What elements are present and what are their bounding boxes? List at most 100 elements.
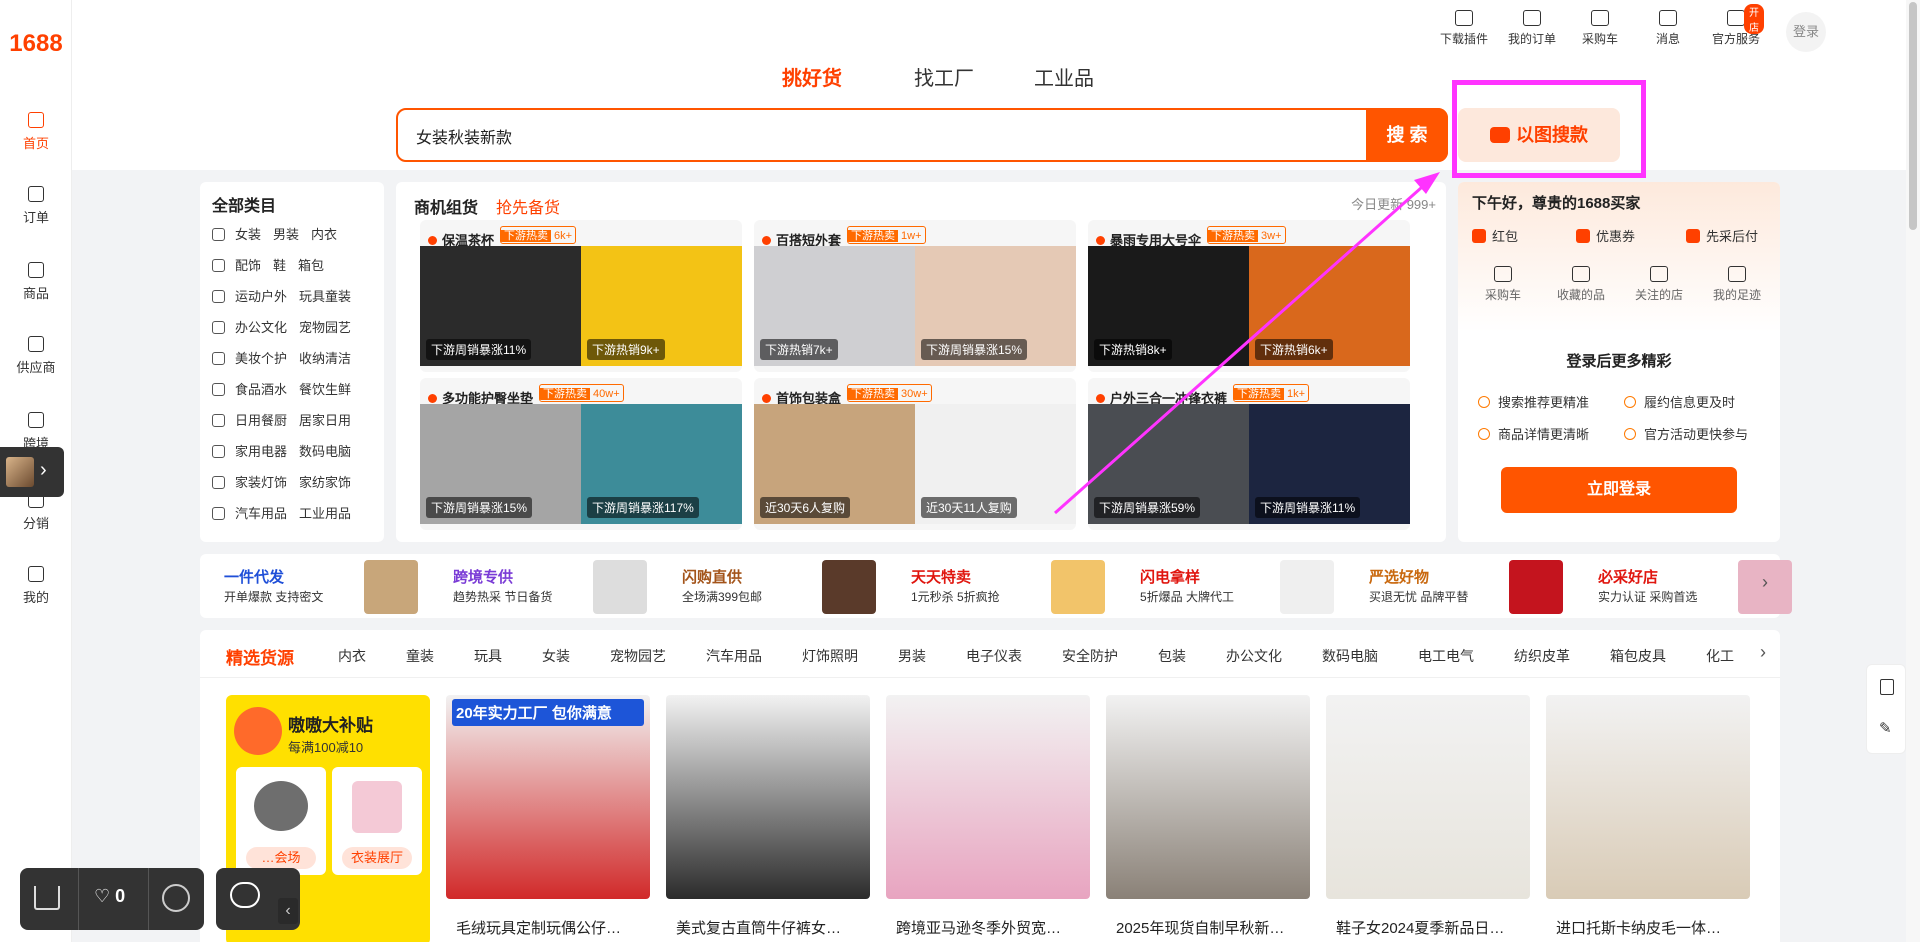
category-link[interactable]: 收纳清洁	[299, 351, 351, 366]
channel-item[interactable]: 一件代发 开单爆款 支持密文	[224, 560, 449, 614]
shortcut-link[interactable]: 我的足迹	[1702, 266, 1772, 303]
channel-item[interactable]: 天天特卖 1元秒杀 5折疯抢	[911, 560, 1136, 614]
shortcut-link[interactable]: 采购车	[1468, 266, 1538, 303]
category-link[interactable]: 内衣	[311, 227, 337, 242]
tab-industrial[interactable]: 工业品	[1034, 62, 1094, 91]
chevron-right-icon[interactable]: ›	[1762, 572, 1768, 593]
category-link[interactable]: 女装	[235, 227, 261, 242]
featured-title[interactable]: 精选货源	[226, 644, 294, 669]
category-link[interactable]: 配饰	[235, 258, 261, 273]
channel-item[interactable]: 必采好店 实力认证 采购首选	[1598, 560, 1823, 614]
pencil-icon[interactable]: ✎	[1879, 721, 1895, 737]
category-link[interactable]: 居家日用	[299, 413, 351, 428]
nav-item-2[interactable]: 商品	[0, 262, 72, 302]
category-link[interactable]: 玩具童装	[299, 289, 351, 304]
chevron-right-icon[interactable]: ›	[40, 459, 47, 482]
nav-item-5[interactable]: 分销	[0, 492, 72, 532]
featured-tab[interactable]: 包装	[1158, 646, 1186, 666]
featured-tab[interactable]: 电工电气	[1418, 646, 1474, 666]
product-name[interactable]: 2025年现货自制早秋新…	[1116, 917, 1306, 938]
product-image[interactable]	[886, 695, 1090, 899]
category-link[interactable]: 男装	[273, 227, 299, 242]
tab-pick-goods[interactable]: 挑好货	[782, 62, 842, 91]
history-icon[interactable]	[162, 884, 190, 912]
featured-tab[interactable]: 宠物园艺	[610, 646, 666, 666]
floating-history-thumbnail[interactable]: ›	[0, 447, 64, 497]
product-image[interactable]: 下游周销暴涨59%	[1088, 404, 1249, 524]
product-image[interactable]: 下游热销7k+	[754, 246, 915, 366]
product-groups-subtitle[interactable]: 抢先备货	[496, 194, 560, 218]
red-packet-link[interactable]: 红包	[1472, 226, 1518, 245]
product-image[interactable]: 下游周销暴涨11%	[1249, 404, 1410, 524]
featured-tab[interactable]: 化工	[1706, 646, 1734, 666]
category-link[interactable]: 家纺家饰	[299, 475, 351, 490]
product-image[interactable]	[666, 695, 870, 899]
top-nav-item[interactable]: 我的订单	[1504, 10, 1560, 47]
scrollbar-thumb[interactable]	[1909, 2, 1917, 230]
category-link[interactable]: 运动户外	[235, 289, 287, 304]
featured-tab[interactable]: 男装	[898, 646, 926, 666]
pay-later-link[interactable]: 先采后付	[1686, 226, 1758, 245]
featured-tab[interactable]: 办公文化	[1226, 646, 1282, 666]
search-input[interactable]	[416, 124, 1216, 148]
favorites-button[interactable]: ♡ 0	[94, 886, 125, 907]
featured-tab[interactable]: 内衣	[338, 646, 366, 666]
shortcut-link[interactable]: 收藏的品	[1546, 266, 1616, 303]
category-link[interactable]: 餐饮生鲜	[299, 382, 351, 397]
featured-tab[interactable]: 电子仪表	[966, 646, 1022, 666]
product-group-card[interactable]: 暴雨专用大号伞 下游热卖 3w+ 下游热销8k+ 下游热销6k+	[1088, 220, 1410, 372]
category-link[interactable]: 食品酒水	[235, 382, 287, 397]
product-image[interactable]: 下游热销8k+	[1088, 246, 1249, 366]
product-group-card[interactable]: 百搭短外套 下游热卖 1w+ 下游热销7k+ 下游周销暴涨15%	[754, 220, 1076, 372]
category-link[interactable]: 办公文化	[235, 320, 287, 335]
nav-item-4[interactable]: 跨境	[0, 412, 72, 452]
login-now-button[interactable]: 立即登录	[1501, 467, 1737, 513]
nav-item-1[interactable]: 订单	[0, 186, 72, 226]
product-image[interactable]	[1326, 695, 1530, 899]
collapse-icon[interactable]	[34, 886, 60, 910]
category-link[interactable]: 箱包	[298, 258, 324, 273]
login-avatar-button[interactable]: 登录	[1786, 12, 1826, 52]
shortcut-link[interactable]: 关注的店	[1624, 266, 1694, 303]
nav-item-0[interactable]: 首页	[0, 112, 72, 152]
featured-tab[interactable]: 灯饰照明	[802, 646, 858, 666]
product-image[interactable]	[1106, 695, 1310, 899]
featured-tab[interactable]: 箱包皮具	[1610, 646, 1666, 666]
coupon-link[interactable]: 优惠券	[1576, 226, 1635, 245]
product-image[interactable]: 近30天6人复购	[754, 404, 915, 524]
product-image[interactable]: 下游周销暴涨15%	[915, 246, 1076, 366]
chat-icon[interactable]	[230, 882, 260, 908]
product-name[interactable]: 跨境亚马逊冬季外贸宽…	[896, 917, 1086, 938]
channel-item[interactable]: 跨境专供 趋势热采 节日备货	[453, 560, 678, 614]
site-logo[interactable]: 1688	[0, 30, 72, 58]
featured-tab[interactable]: 女装	[542, 646, 570, 666]
product-image[interactable]: 下游热销6k+	[1249, 246, 1410, 366]
featured-tab[interactable]: 数码电脑	[1322, 646, 1378, 666]
promo-tile[interactable]: 衣装展厅	[332, 767, 422, 875]
product-image[interactable]: 20年实力工厂 包你满意	[446, 695, 650, 899]
product-name[interactable]: 美式复古直筒牛仔裤女…	[676, 917, 866, 938]
product-image[interactable]: 下游热销9k+	[581, 246, 742, 366]
channel-item[interactable]: 闪电拿样 5折爆品 大牌代工	[1140, 560, 1365, 614]
promo-tile[interactable]: …会场	[236, 767, 326, 875]
featured-tab[interactable]: 纺织皮革	[1514, 646, 1570, 666]
product-group-card[interactable]: 首饰包装盒 下游热卖 30w+ 近30天6人复购 近30天11人复购	[754, 378, 1076, 530]
product-name[interactable]: 毛绒玩具定制玩偶公仔…	[456, 917, 646, 938]
product-image[interactable]: 下游周销暴涨11%	[420, 246, 581, 366]
chevron-right-icon[interactable]: ›	[1760, 642, 1766, 663]
product-image[interactable]: 近30天11人复购	[915, 404, 1076, 524]
product-image[interactable]	[1546, 695, 1750, 899]
category-link[interactable]: 美妆个护	[235, 351, 287, 366]
top-nav-item[interactable]: 官方服务 开店	[1708, 4, 1764, 47]
channel-item[interactable]: 严选好物 买退无忧 品牌平替	[1369, 560, 1594, 614]
top-nav-item[interactable]: 采购车	[1572, 10, 1628, 47]
product-name[interactable]: 进口托斯卡纳皮毛一体…	[1556, 917, 1746, 938]
category-link[interactable]: 工业用品	[299, 506, 351, 521]
featured-tab[interactable]: 汽车用品	[706, 646, 762, 666]
category-link[interactable]: 汽车用品	[235, 506, 287, 521]
search-button[interactable]: 搜 索	[1366, 108, 1448, 162]
category-title[interactable]: 全部类目	[212, 192, 276, 216]
nav-item-3[interactable]: 供应商	[0, 336, 72, 376]
product-group-card[interactable]: 多功能护臀坐垫 下游热卖 40w+ 下游周销暴涨15% 下游周销暴涨117%	[420, 378, 742, 530]
product-group-card[interactable]: 保温茶杯 下游热卖 6k+ 下游周销暴涨11% 下游热销9k+	[420, 220, 742, 372]
